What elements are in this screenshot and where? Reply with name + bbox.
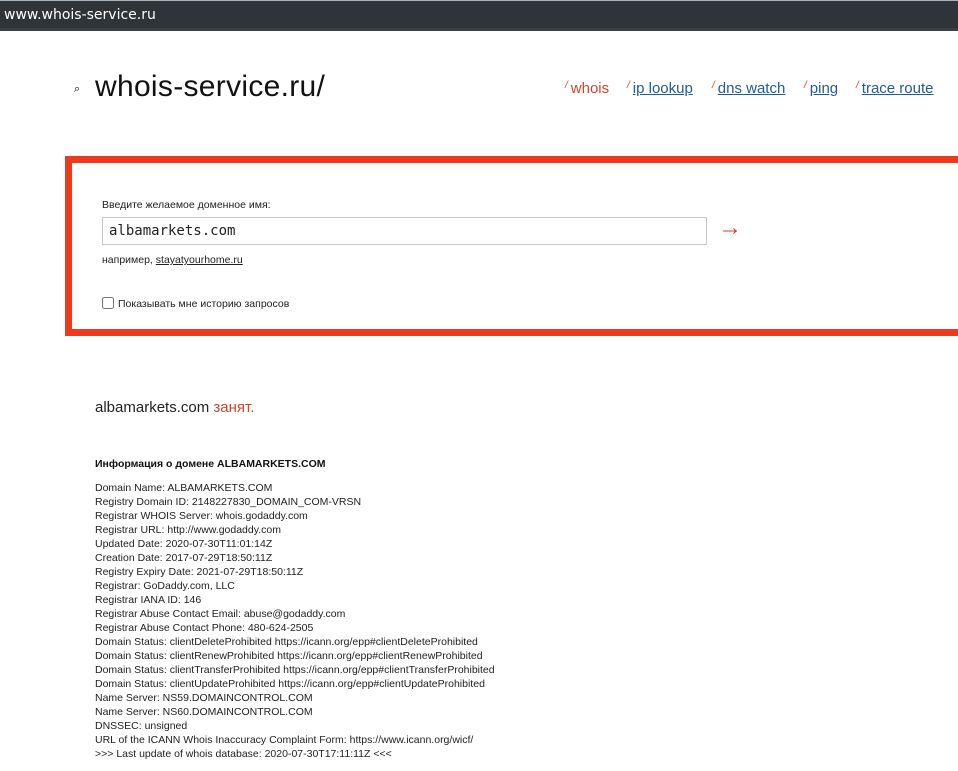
example-prefix: например,	[102, 254, 153, 266]
whois-record: Domain Name: ALBAMARKETS.COM Registry Dom…	[95, 481, 495, 761]
whois-line: Registry Domain ID: 2148227830_DOMAIN_CO…	[95, 496, 362, 508]
whois-line: DNSSEC: unsigned	[95, 720, 188, 732]
whois-line: Registrar URL: http://www.godaddy.com	[95, 524, 281, 536]
nav-slash: /	[565, 80, 568, 91]
whois-line: Registrar IANA ID: 146	[95, 594, 202, 606]
whois-line: Updated Date: 2020-07-30T11:01:14Z	[95, 538, 273, 550]
whois-line: Registrar: GoDaddy.com, LLC	[95, 580, 235, 592]
whois-line: Name Server: NS60.DOMAINCONTROL.COM	[95, 706, 313, 718]
whois-line: Domain Status: clientTransferProhibited …	[95, 664, 495, 676]
nav-link-ip-lookup[interactable]: ip lookup	[633, 80, 693, 97]
nav-item-trace-route[interactable]: / trace route	[856, 80, 934, 97]
nav-slash: /	[627, 80, 630, 91]
history-checkbox[interactable]	[102, 297, 114, 309]
nav-link-dns-watch[interactable]: dns watch	[718, 80, 786, 97]
address-bar[interactable]: www.whois-service.ru	[0, 0, 958, 31]
whois-line: Name Server: NS59.DOMAINCONTROL.COM	[95, 692, 313, 704]
nav-item-ip-lookup[interactable]: / ip lookup	[627, 80, 693, 97]
result-domain: albamarkets.com	[95, 399, 210, 416]
history-label: Показывать мне историю запросов	[118, 298, 290, 310]
domain-status: albamarkets.com занят.	[95, 399, 254, 416]
whois-line: Creation Date: 2017-07-29T18:50:11Z	[95, 552, 273, 564]
whois-line: Registry Expiry Date: 2021-07-29T18:50:1…	[95, 566, 304, 578]
address-bar-url[interactable]: www.whois-service.ru	[4, 7, 156, 23]
nav-item-whois[interactable]: / whois	[565, 80, 609, 97]
whois-line: URL of the ICANN Whois Inaccuracy Compla…	[95, 734, 474, 746]
nav-item-dns-watch[interactable]: / dns watch	[712, 80, 785, 97]
nav-slash: /	[712, 80, 715, 91]
whois-line: Registrar Abuse Contact Email: abuse@god…	[95, 608, 346, 620]
example-hint: например, stayatyourhome.ru	[102, 254, 243, 266]
search-panel: Введите желаемое доменное имя: → наприме…	[65, 156, 958, 336]
whois-line: Domain Status: clientUpdateProhibited ht…	[95, 678, 485, 690]
nav-link-trace-route[interactable]: trace route	[862, 80, 934, 97]
domain-input-label: Введите желаемое доменное имя:	[102, 199, 271, 211]
whois-line: Registrar Abuse Contact Phone: 480-624-2…	[95, 622, 314, 634]
nav-link-ping[interactable]: ping	[810, 80, 838, 97]
nav-item-ping[interactable]: / ping	[804, 80, 838, 97]
whois-line: Domain Name: ALBAMARKETS.COM	[95, 482, 273, 494]
whois-line: Domain Status: clientRenewProhibited htt…	[95, 650, 483, 662]
site-logo[interactable]: whois-service.ru/	[95, 70, 325, 104]
status-badge: занят.	[213, 399, 255, 416]
domain-input[interactable]	[102, 217, 707, 245]
nav-slash: /	[804, 80, 807, 91]
whois-line: Registrar WHOIS Server: whois.godaddy.co…	[95, 510, 308, 522]
address-bar-field[interactable]: www.whois-service.ru	[0, 0, 958, 28]
nav-link-whois[interactable]: whois	[571, 80, 609, 97]
history-option[interactable]: Показывать мне историю запросов	[102, 297, 289, 310]
whois-line: >>> Last update of whois database: 2020-…	[95, 748, 392, 760]
nav-slash: /	[856, 80, 859, 91]
arrow-right-icon[interactable]: →	[718, 214, 742, 242]
example-link[interactable]: stayatyourhome.ru	[156, 254, 243, 266]
search-icon: ⌕	[74, 83, 81, 95]
address-bar-border	[0, 0, 958, 1]
whois-line: Domain Status: clientDeleteProhibited ht…	[95, 636, 478, 648]
whois-info-title: Информация о домене ALBAMARKETS.COM	[95, 458, 326, 470]
